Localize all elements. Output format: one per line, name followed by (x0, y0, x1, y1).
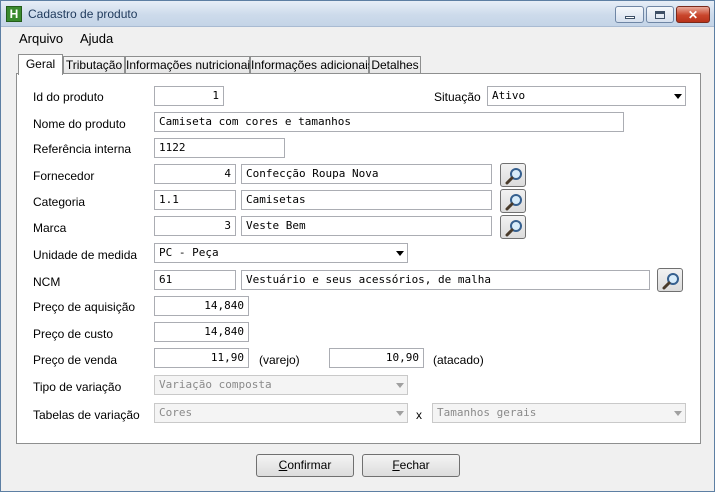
nome-field[interactable]: Camiseta com cores e tamanhos (154, 112, 624, 132)
situacao-value: Ativo (492, 89, 526, 102)
preco-aquisicao-label: Preço de aquisição (33, 300, 136, 314)
tipo-variacao-select[interactable]: Variação composta (154, 375, 408, 395)
marca-code-field[interactable]: 3 (154, 216, 236, 236)
product-window: H Cadastro de produto ✕ Arquivo Ajuda Ge… (0, 0, 715, 492)
minimize-icon (624, 16, 635, 19)
menu-bar: Arquivo Ajuda (1, 27, 714, 49)
fechar-label: echar (399, 458, 430, 472)
chevron-down-icon (674, 94, 682, 99)
chevron-down-icon (674, 411, 682, 416)
preco-custo-field[interactable]: 14,840 (154, 322, 249, 342)
ncm-desc-field[interactable]: Vestuário e seus acessórios, de malha (241, 270, 650, 290)
id-field[interactable]: 1 (154, 86, 224, 106)
ncm-label: NCM (33, 275, 61, 289)
situacao-select[interactable]: Ativo (487, 86, 686, 106)
menu-arquivo[interactable]: Arquivo (19, 31, 63, 46)
magnifier-icon (662, 273, 679, 290)
categoria-search-button[interactable] (500, 189, 526, 213)
chevron-down-icon (396, 251, 404, 256)
fechar-button[interactable]: Fechar (362, 454, 460, 477)
nome-label: Nome do produto (33, 117, 126, 131)
magnifier-icon (505, 194, 522, 211)
atacado-label: (atacado) (433, 353, 484, 367)
maximize-button[interactable] (646, 6, 674, 23)
x-separator: x (416, 408, 422, 422)
tabela-variacao-1-select[interactable]: Cores (154, 403, 408, 423)
preco-venda-label: Preço de venda (33, 353, 118, 367)
unidade-value: PC - Peça (159, 246, 219, 259)
tabela-variacao-2-select[interactable]: Tamanhos gerais (432, 403, 686, 423)
close-icon: ✕ (687, 7, 699, 22)
preco-custo-label: Preço de custo (33, 327, 114, 341)
ncm-search-button[interactable] (657, 268, 683, 292)
close-button[interactable]: ✕ (676, 6, 710, 23)
magnifier-icon (505, 168, 522, 185)
title-bar[interactable]: H Cadastro de produto ✕ (1, 1, 714, 27)
unidade-select[interactable]: PC - Peça (154, 243, 408, 263)
preco-atacado-field[interactable]: 10,90 (329, 348, 424, 368)
categoria-label: Categoria (33, 195, 86, 209)
ncm-code-field[interactable]: 61 (154, 270, 236, 290)
referencia-label: Referência interna (33, 142, 132, 156)
confirmar-button[interactable]: Confirmar (256, 454, 354, 477)
preco-varejo-field[interactable]: 11,90 (154, 348, 249, 368)
app-icon: H (6, 6, 22, 22)
marca-search-button[interactable] (500, 215, 526, 239)
maximize-icon (655, 10, 665, 19)
categoria-code-field[interactable]: 1.1 (154, 190, 236, 210)
categoria-name-field[interactable]: Camisetas (241, 190, 492, 210)
magnifier-icon (505, 220, 522, 237)
fornecedor-search-button[interactable] (500, 163, 526, 187)
tabelas-variacao-label: Tabelas de variação (33, 408, 140, 422)
situacao-label: Situação (434, 90, 481, 104)
fornecedor-label: Fornecedor (33, 169, 95, 183)
marca-label: Marca (33, 221, 67, 235)
marca-name-field[interactable]: Veste Bem (241, 216, 492, 236)
tabela-variacao-1-value: Cores (159, 406, 193, 419)
referencia-field[interactable]: 1122 (154, 138, 285, 158)
chevron-down-icon (396, 383, 404, 388)
window-title: Cadastro de produto (28, 7, 138, 21)
preco-aquisicao-field[interactable]: 14,840 (154, 296, 249, 316)
varejo-label: (varejo) (259, 353, 300, 367)
menu-ajuda[interactable]: Ajuda (80, 31, 113, 46)
id-label: Id do produto (33, 90, 104, 104)
chevron-down-icon (396, 411, 404, 416)
minimize-button[interactable] (615, 6, 644, 23)
tipo-variacao-value: Variação composta (159, 378, 272, 391)
tabela-variacao-2-value: Tamanhos gerais (437, 406, 537, 419)
fornecedor-name-field[interactable]: Confecção Roupa Nova (241, 164, 492, 184)
fechar-accel: F (392, 458, 400, 472)
confirmar-label: onfirmar (287, 458, 332, 472)
unidade-label: Unidade de medida (33, 248, 138, 262)
tipo-variacao-label: Tipo de variação (33, 380, 122, 394)
fornecedor-code-field[interactable]: 4 (154, 164, 236, 184)
tab-geral[interactable]: Geral (18, 54, 63, 75)
